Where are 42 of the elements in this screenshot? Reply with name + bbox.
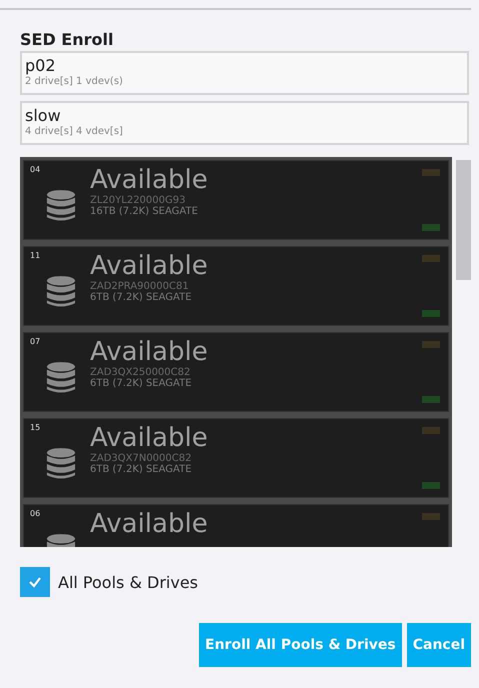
drive-model: 6TB (7.2K) SEAGATE [90,292,193,303]
dialog-title: SED Enroll [20,30,114,49]
status-led [422,169,440,176]
status-led [422,396,440,403]
drive-card[interactable]: 11 Available ZAD2PRA90000C81 6TB (7.2K) SEAGATE [23,246,449,326]
slot-number: 04 [30,165,40,174]
checkbox[interactable] [20,567,50,597]
scrollbar-thumb[interactable] [456,160,471,280]
drive-serial: ZL20YL220000G93 [90,195,186,206]
status-led [422,341,440,348]
database-icon [46,275,76,309]
database-icon [46,447,76,481]
drive-serial: ZAD2PRA90000C81 [90,281,190,292]
database-icon [46,189,76,223]
drive-status: Available [90,165,208,195]
status-led [422,224,440,231]
pool-item[interactable]: slow 4 drive[s] 4 vdev[s] [20,101,469,145]
drive-model: 6TB (7.2K) SEAGATE [90,464,193,475]
drive-status: Available [90,423,208,453]
drive-card[interactable]: 07 Available ZAD3QX250000C82 6TB (7.2K) SEAGATE [23,332,449,412]
pool-item[interactable]: p02 2 drive[s] 1 vdev(s) [20,51,469,95]
drive-status: Available [90,337,208,367]
drive-card[interactable]: 15 Available ZAD3QX7N0000C82 6TB (7.2K) SEAGATE [23,418,449,498]
status-led [422,513,440,520]
drive-card[interactable]: 04 Available ZL20YL220000G93 16TB (7.2K) SEAGATE [23,160,449,240]
drive-model: 6TB (7.2K) SEAGATE [90,378,193,389]
drive-status: Available [90,251,208,281]
slot-number: 07 [30,337,40,346]
status-led [422,482,440,489]
drive-model: 16TB (7.2K) SEAGATE [90,206,199,217]
slot-number: 06 [30,509,40,518]
drive-serial: ZAD3QX250000C82 [90,367,192,378]
drive-serial: ZAD3QX7N0000C82 [90,453,192,464]
slot-number: 11 [30,251,40,260]
drive-status: Available [90,509,208,539]
checkbox-label: All Pools & Drives [58,572,198,592]
status-led [422,427,440,434]
status-led [422,310,440,317]
slot-number: 15 [30,423,40,432]
status-led [422,255,440,262]
database-icon [46,361,76,395]
drive-card[interactable]: 06 Available [23,504,449,547]
